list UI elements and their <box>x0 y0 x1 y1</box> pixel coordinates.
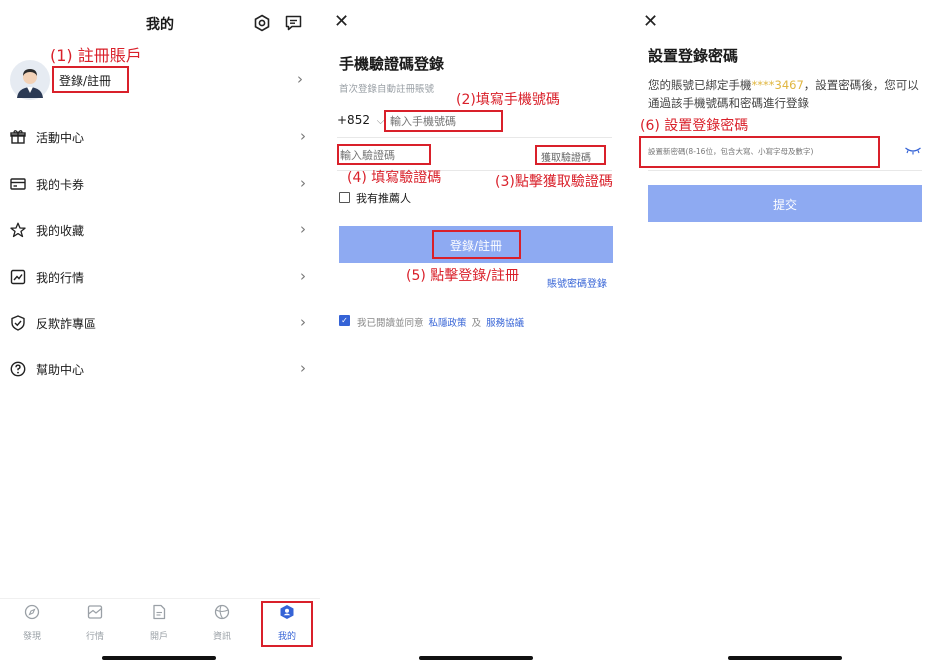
home-indicator <box>419 656 533 660</box>
menu-label: 活動中心 <box>36 131 85 145</box>
menu-item-coupons[interactable]: 我的卡券 › <box>0 162 320 208</box>
chevron-right-icon: › <box>300 313 306 331</box>
referrer-label: 我有推薦人 <box>356 192 411 205</box>
tab-label: 開戶 <box>149 632 168 642</box>
tab-open-account[interactable]: 開戶 <box>134 604 184 642</box>
tab-label: 行情 <box>85 632 104 642</box>
gift-icon <box>10 130 26 144</box>
chevron-right-icon: › <box>297 70 303 88</box>
submit-button-label: 提交 <box>772 198 797 212</box>
country-code-select[interactable]: +852 ⌵ <box>337 113 384 127</box>
agreement-text: 我已閱讀並同意 私隱政策 及 服務協議 <box>357 315 524 329</box>
login-register-link[interactable]: 登錄/註冊 <box>59 72 111 89</box>
annotation-code: (4) 填寫驗證碼 <box>347 170 442 186</box>
menu-label: 幫助中心 <box>36 363 85 377</box>
shield-check-icon <box>11 315 25 331</box>
page-subtitle: 首次登錄自動註冊賬號 <box>339 84 435 95</box>
tab-market[interactable]: 行情 <box>70 604 120 642</box>
profile-icon <box>280 605 294 619</box>
sms-login-panel: ✕ 手機驗證碼登錄 首次登錄自動註冊賬號 (2)填寫手機號碼 +852 ⌵ 獲取… <box>320 0 630 663</box>
page-title: 手機驗證碼登錄 <box>339 55 445 73</box>
account-open-icon <box>153 604 166 620</box>
menu-label: 反欺詐專區 <box>36 317 97 331</box>
page-title: 設置登錄密碼 <box>648 47 739 65</box>
tab-mine[interactable]: 我的 <box>262 604 312 642</box>
password-login-link[interactable]: 賬號密碼登錄 <box>547 275 607 290</box>
chevron-right-icon: › <box>300 267 306 285</box>
annotation-login: (5) 點擊登錄/註冊 <box>406 268 519 284</box>
star-icon <box>10 222 26 238</box>
globe-icon <box>214 604 230 620</box>
tab-discover[interactable]: 發現 <box>7 604 57 642</box>
menu-item-market[interactable]: 我的行情 › <box>0 255 320 301</box>
home-indicator <box>728 656 842 660</box>
login-button-label: 登錄/註冊 <box>449 239 503 253</box>
card-icon <box>10 178 26 190</box>
close-icon[interactable]: ✕ <box>334 11 349 32</box>
menu-label: 我的收藏 <box>36 224 85 238</box>
page-title: 我的 <box>146 17 174 33</box>
bound-phone-description: 您的賬號已綁定手機****3467，設置密碼後，您可以通過該手機號碼和密碼進行登… <box>648 76 924 112</box>
home-indicator <box>102 656 216 660</box>
menu-item-favorites[interactable]: 我的收藏 › <box>0 208 320 254</box>
input-divider <box>648 170 922 171</box>
referrer-checkbox[interactable] <box>339 192 350 203</box>
help-icon <box>10 361 26 377</box>
service-agreement-link[interactable]: 服務協議 <box>486 318 524 329</box>
chevron-right-icon: › <box>300 359 306 377</box>
tab-label: 資訊 <box>212 632 231 642</box>
privacy-policy-link[interactable]: 私隱政策 <box>429 318 467 329</box>
chevron-right-icon: › <box>300 127 306 145</box>
menu-item-anti-fraud[interactable]: 反欺詐專區 › <box>0 301 320 347</box>
menu-item-help[interactable]: 幫助中心 › <box>0 347 320 393</box>
annotation-phone: (2)填寫手機號碼 <box>456 92 560 108</box>
agree-prefix: 我已閱讀並同意 <box>357 318 424 329</box>
tab-label: 我的 <box>277 632 296 642</box>
menu-label: 我的卡券 <box>36 178 85 192</box>
profile-panel: 我的 (1) 註冊賬戶 登錄/註冊 › 活動中心 › 我的卡券 › 我的收藏 ›… <box>0 0 320 663</box>
chevron-right-icon: › <box>300 174 306 192</box>
set-password-panel: ✕ 設置登錄密碼 您的賬號已綁定手機****3467，設置密碼後，您可以通過該手… <box>630 0 929 663</box>
desc-prefix: 您的賬號已綁定手機 <box>648 78 752 92</box>
market-icon <box>87 605 103 619</box>
country-code: +852 <box>337 113 370 127</box>
tab-news[interactable]: 資訊 <box>197 604 247 642</box>
chevron-right-icon: › <box>300 220 306 238</box>
compass-icon <box>24 604 40 620</box>
close-icon[interactable]: ✕ <box>643 11 658 32</box>
code-input[interactable] <box>340 148 428 162</box>
tab-label: 發現 <box>22 632 41 642</box>
and-text: 及 <box>471 318 482 329</box>
masked-phone: ****3467 <box>751 78 804 92</box>
agree-checkbox[interactable]: ✓ <box>339 315 350 326</box>
tab-bar-divider <box>0 598 320 599</box>
phone-input[interactable] <box>390 114 500 128</box>
settings-icon[interactable] <box>253 14 271 32</box>
chart-icon <box>10 269 26 285</box>
annotation-register: (1) 註冊賬戶 <box>50 46 142 65</box>
annotation-get-code: (3)點擊獲取驗證碼 <box>495 174 613 190</box>
menu-label: 我的行情 <box>36 271 85 285</box>
input-divider <box>337 137 612 138</box>
annotation-password: (6) 設置登錄密碼 <box>640 118 749 134</box>
avatar[interactable] <box>10 60 50 100</box>
new-password-input[interactable] <box>648 145 876 158</box>
get-code-button[interactable]: 獲取驗證碼 <box>541 149 591 164</box>
menu-item-activity[interactable]: 活動中心 › <box>0 115 320 161</box>
message-icon[interactable] <box>285 15 302 31</box>
eye-closed-icon[interactable] <box>904 146 922 156</box>
